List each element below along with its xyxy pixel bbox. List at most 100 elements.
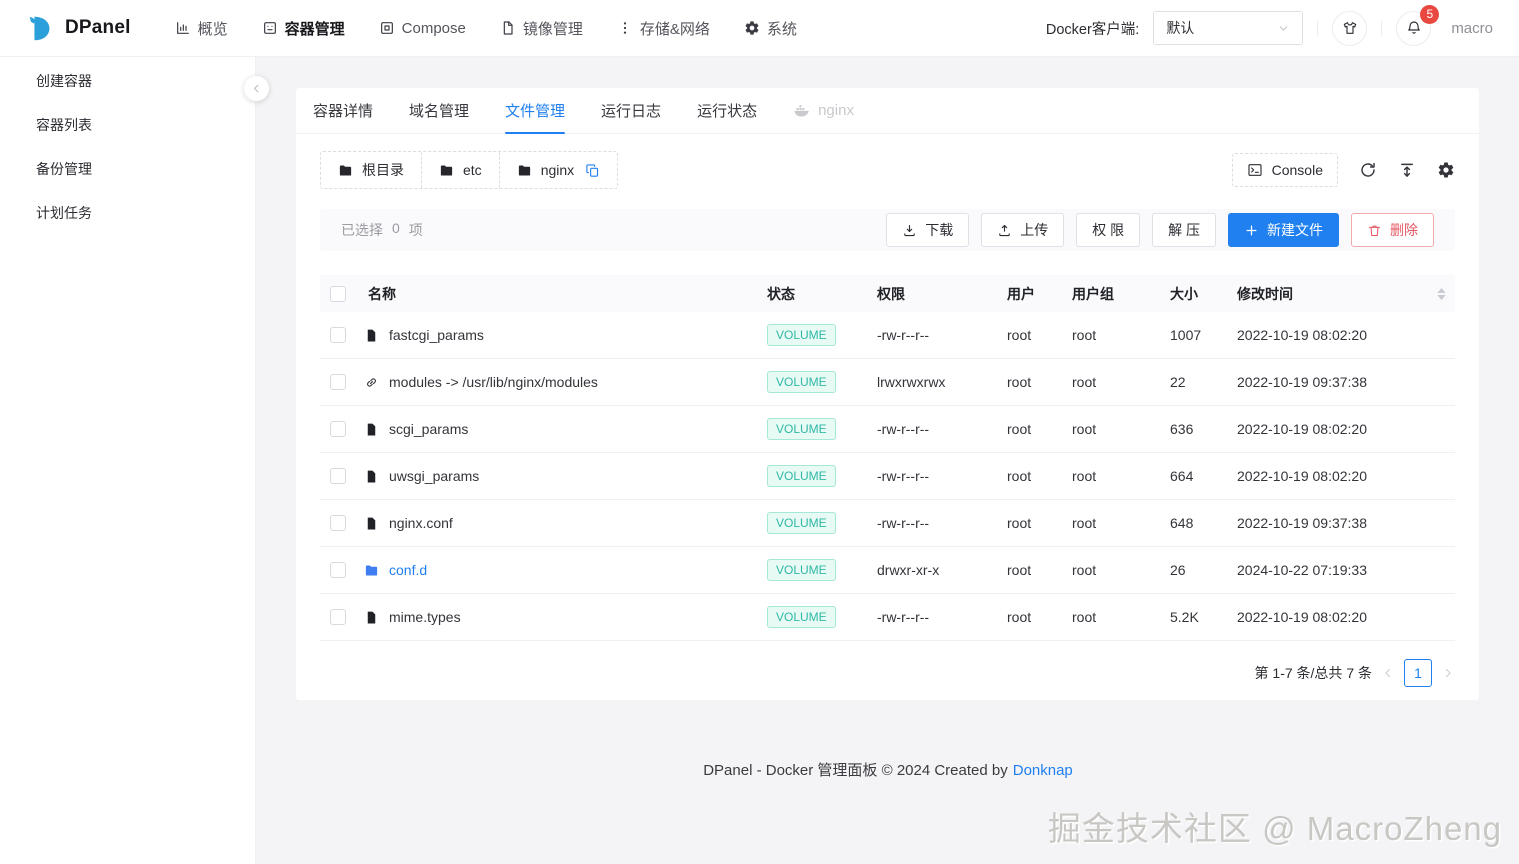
table-row: conf.d VOLUME drwxr-xr-x root root 26 2024-10-…: [320, 547, 1455, 594]
watermark: 掘金技术社区 @ MacroZheng: [1047, 810, 1502, 847]
file-name[interactable]: fastcgi_params: [389, 327, 484, 343]
tshirt-icon: [1342, 20, 1358, 36]
pagination-prev-button[interactable]: [1381, 666, 1395, 680]
folder-icon: [517, 163, 532, 178]
nav-item-storage-network-label: 存储&网络: [639, 20, 710, 38]
column-header-label: 用户组: [1072, 285, 1114, 302]
breadcrumb-nginx[interactable]: nginx: [498, 152, 617, 188]
nav-item-images[interactable]: 镜像管理: [500, 18, 583, 39]
pagination-next-button[interactable]: [1441, 666, 1455, 680]
pagination: 第 1-7 条/总共 7 条 1: [320, 659, 1455, 687]
file-name[interactable]: uwsgi_params: [389, 468, 479, 484]
file-name[interactable]: modules -> /usr/lib/nginx/modules: [389, 374, 598, 390]
nav-item-storage-network[interactable]: 存储&网络: [617, 18, 710, 39]
header-checkbox[interactable]: [330, 285, 346, 302]
brand[interactable]: DPanel: [26, 13, 131, 43]
delete-button[interactable]: 删除: [1351, 213, 1434, 247]
status-cell: VOLUME: [755, 465, 865, 487]
status-badge: VOLUME: [767, 371, 836, 393]
status-badge: VOLUME: [767, 418, 836, 440]
user-cell: root: [1007, 374, 1032, 390]
column-header-label: 大小: [1170, 285, 1198, 302]
status-cell: VOLUME: [755, 324, 865, 346]
refresh-button[interactable]: [1359, 161, 1377, 179]
status-badge: VOLUME: [767, 465, 836, 487]
column-header-0: 名称: [356, 284, 755, 304]
pagination-page-button[interactable]: 1: [1404, 659, 1432, 687]
sidebar-item-container-list[interactable]: 容器列表: [0, 103, 255, 147]
table-row: nginx.conf VOLUME -rw-r--r-- root root 648 202…: [320, 500, 1455, 547]
row-checkbox[interactable]: [330, 609, 346, 625]
upload-button[interactable]: 上传: [981, 213, 1065, 247]
expand-button[interactable]: [1398, 161, 1416, 179]
upload-button-label: 上传: [1020, 222, 1049, 238]
download-button[interactable]: 下载: [886, 213, 970, 247]
file-name[interactable]: nginx.conf: [389, 515, 453, 531]
nav-item-containers[interactable]: 容器管理: [262, 18, 345, 39]
permission-button-label: 权 限: [1092, 222, 1125, 238]
tab-domain-management[interactable]: 域名管理: [409, 88, 469, 133]
sidebar-item-create-container[interactable]: 创建容器: [0, 59, 255, 103]
unzip-button-label: 解 压: [1168, 222, 1200, 238]
row-checkbox[interactable]: [330, 468, 346, 484]
file-icon: [364, 469, 379, 484]
permission-button[interactable]: 权 限: [1076, 213, 1141, 247]
nav-item-system[interactable]: 系统: [744, 18, 797, 39]
nav-item-compose[interactable]: Compose: [379, 18, 466, 39]
theme-button[interactable]: [1332, 10, 1368, 46]
footer-link[interactable]: Donknap: [1013, 762, 1073, 779]
link-icon: [364, 375, 379, 390]
top-header: DPanel 概览 容器管理 Compose 镜像管理 存储&网络 系统 Docker客户…: [0, 0, 1519, 57]
sidebar-collapse-button[interactable]: [244, 76, 269, 101]
new-file-button-label: 新建文件: [1267, 222, 1323, 238]
breadcrumb-etc[interactable]: etc: [421, 152, 499, 188]
download-icon: [902, 223, 917, 238]
file-name[interactable]: conf.d: [389, 562, 427, 578]
breadcrumb: 根目录 etc nginx: [320, 151, 619, 189]
column-header-label: 权限: [877, 285, 905, 302]
user-cell: root: [1007, 327, 1032, 343]
tab-file-management-label: 文件管理: [505, 103, 566, 120]
row-checkbox[interactable]: [330, 421, 346, 437]
docker-client-select[interactable]: 默认: [1153, 11, 1304, 45]
file-name[interactable]: scgi_params: [389, 421, 468, 437]
sidebar-item-scheduled-tasks[interactable]: 计划任务: [0, 191, 255, 235]
notifications-button[interactable]: 5: [1396, 4, 1440, 46]
tab-nginx: nginx: [793, 88, 854, 133]
unzip-button[interactable]: 解 压: [1152, 213, 1216, 247]
selection-prefix: 已选择: [341, 222, 383, 238]
tab-container-detail[interactable]: 容器详情: [313, 88, 373, 133]
sidebar-item-backup-management[interactable]: 备份管理: [0, 147, 255, 191]
row-checkbox[interactable]: [330, 562, 346, 578]
tab-container-detail-label: 容器详情: [313, 103, 374, 120]
tab-run-logs-label: 运行日志: [601, 103, 662, 120]
row-checkbox[interactable]: [330, 374, 346, 390]
column-header-1: 状态: [755, 284, 865, 304]
row-checkbox[interactable]: [330, 515, 346, 531]
chevron-down-icon: [1277, 22, 1290, 35]
breadcrumb-root[interactable]: 根目录: [321, 152, 421, 188]
column-header-4: 用户组: [1060, 284, 1158, 304]
selection-summary: 已选择 0 项: [341, 220, 423, 240]
nav-item-overview[interactable]: 概览: [175, 18, 228, 39]
tab-file-management[interactable]: 文件管理: [505, 88, 566, 134]
system-icon: [744, 20, 760, 36]
user-cell: root: [1007, 468, 1032, 484]
group-cell: root: [1072, 327, 1097, 343]
tab-run-status[interactable]: 运行状态: [697, 88, 757, 133]
brand-name: DPanel: [65, 17, 131, 38]
sort-toggle[interactable]: [1437, 287, 1446, 300]
row-checkbox-cell: [320, 609, 356, 625]
console-button[interactable]: Console: [1231, 153, 1338, 187]
tab-nginx-label: nginx: [818, 102, 854, 119]
file-name[interactable]: mime.types: [389, 609, 461, 625]
row-checkbox-cell: [320, 374, 356, 390]
new-file-button[interactable]: 新建文件: [1228, 213, 1339, 247]
settings-button[interactable]: [1437, 161, 1455, 179]
size-cell: 1007: [1170, 327, 1202, 343]
row-checkbox[interactable]: [330, 327, 346, 343]
tab-run-logs[interactable]: 运行日志: [601, 88, 661, 133]
row-checkbox-cell: [320, 562, 356, 578]
selection-suffix: 项: [408, 222, 423, 238]
content-card: 容器详情 域名管理 文件管理 运行日志 运行状态 nginx 根目录 etc nginx Co…: [296, 88, 1479, 700]
